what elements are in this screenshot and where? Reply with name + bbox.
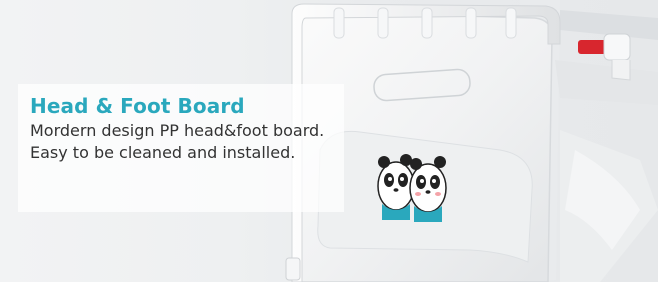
description-line: Easy to be cleaned and installed.	[30, 143, 296, 162]
description-line: Mordern design PP head&foot board.	[30, 121, 325, 140]
feature-caption: Head & Foot Board Mordern design PP head…	[18, 84, 344, 212]
feature-description: Mordern design PP head&foot board. Easy …	[30, 120, 330, 164]
feature-title: Head & Foot Board	[30, 94, 245, 118]
banner: Head & Foot Board Mordern design PP head…	[0, 0, 658, 282]
